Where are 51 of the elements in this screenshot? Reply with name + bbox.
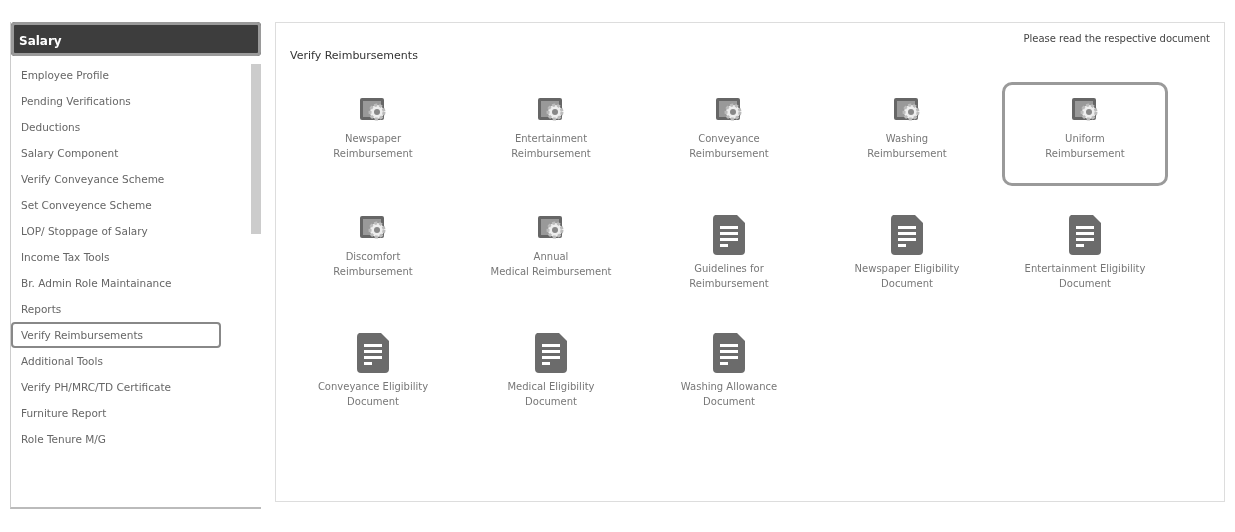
reimbursement-tile[interactable]: Newspaper Eligibility Document <box>824 200 990 304</box>
tile-label: Annual Medical Reimbursement <box>490 250 612 279</box>
document-icon <box>533 331 569 373</box>
tile-label: Entertainment Eligibility Document <box>1024 262 1146 291</box>
tile-label: Uniform Reimbursement <box>1045 132 1125 161</box>
document-icon <box>711 213 747 255</box>
tile-label: Medical Eligibility Document <box>507 380 595 409</box>
sidebar-item[interactable]: Furniture Report <box>11 400 221 426</box>
section-title: Verify Reimbursements <box>290 49 418 62</box>
sidebar-item[interactable]: Employee Profile <box>11 62 221 88</box>
sidebar-item[interactable]: LOP/ Stoppage of Salary <box>11 218 221 244</box>
reimbursement-tile[interactable]: Medical Eligibility Document <box>468 318 634 422</box>
reimbursement-tile[interactable]: Entertainment Reimbursement <box>468 82 634 186</box>
scrollbar[interactable] <box>251 64 261 234</box>
sidebar-item[interactable]: Salary Component <box>11 140 221 166</box>
sidebar-header[interactable]: Salary <box>11 22 261 56</box>
sidebar-item[interactable]: Additional Tools <box>11 348 221 374</box>
tile-label: Newspaper Reimbursement <box>333 132 413 161</box>
sidebar-item[interactable]: Verify Conveyance Scheme <box>11 166 221 192</box>
note-text: Please read the respective document <box>1023 33 1210 44</box>
reimbursement-tile[interactable]: Entertainment Eligibility Document <box>1002 200 1168 304</box>
reimbursement-tile[interactable]: Conveyance Eligibility Document <box>290 318 456 422</box>
tile-label: Discomfort Reimbursement <box>333 250 413 279</box>
tile-label: Washing Allowance Document <box>680 380 778 409</box>
sidebar-item[interactable]: Verify Reimbursements <box>11 322 221 348</box>
sidebar-item[interactable]: Income Tax Tools <box>11 244 221 270</box>
reimbursement-tile[interactable]: Washing Allowance Document <box>646 318 812 422</box>
sidebar-item[interactable]: Pending Verifications <box>11 88 221 114</box>
reimbursement-tile[interactable]: Annual Medical Reimbursement <box>468 200 634 304</box>
tile-label: Washing Reimbursement <box>867 132 947 161</box>
tile-label: Conveyance Reimbursement <box>689 132 769 161</box>
sidebar-item[interactable]: Role Tenure M/G <box>11 426 221 452</box>
reimbursement-tile[interactable]: Conveyance Reimbursement <box>646 82 812 186</box>
tile-label: Newspaper Eligibility Document <box>854 262 960 291</box>
tile-label: Entertainment Reimbursement <box>511 132 591 161</box>
reimbursement-tile[interactable]: Guidelines for Reimbursement <box>646 200 812 304</box>
tile-label: Guidelines for Reimbursement <box>689 262 769 291</box>
document-icon <box>1067 213 1103 255</box>
document-icon <box>711 331 747 373</box>
sidebar-item[interactable]: Br. Admin Role Maintainance <box>11 270 221 296</box>
sidebar-item[interactable]: Set Conveyence Scheme <box>11 192 221 218</box>
document-icon <box>355 331 391 373</box>
sidebar-item[interactable]: Reports <box>11 296 221 322</box>
reimbursement-tile[interactable]: Uniform Reimbursement <box>1002 82 1168 186</box>
tile-label: Conveyance Eligibility Document <box>317 380 429 409</box>
reimbursement-tile[interactable]: Newspaper Reimbursement <box>290 82 456 186</box>
reimbursement-tile[interactable]: Washing Reimbursement <box>824 82 990 186</box>
sidebar-item[interactable]: Deductions <box>11 114 221 140</box>
reimbursement-tile[interactable]: Discomfort Reimbursement <box>290 200 456 304</box>
sidebar-item[interactable]: Verify PH/MRC/TD Certificate <box>11 374 221 400</box>
document-icon <box>889 213 925 255</box>
